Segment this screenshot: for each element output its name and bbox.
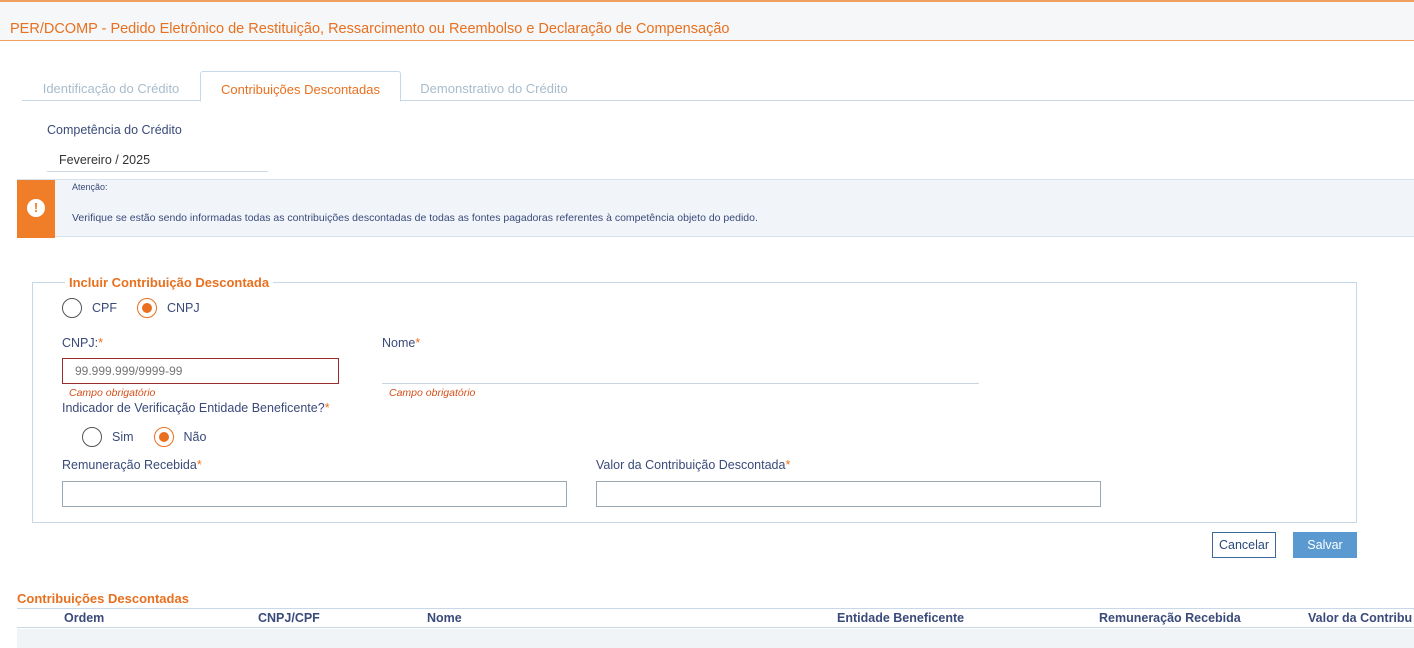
remuneracao-input[interactable] [62,481,567,507]
remuneracao-label: Remuneração Recebida* [62,458,202,472]
alert-icon-box: ! [17,180,55,238]
contributions-table-body [17,629,1414,648]
alert-text: Verifique se estão sendo informadas toda… [72,212,758,224]
radio-cnpj[interactable] [137,298,157,318]
cnpj-input[interactable] [62,358,339,384]
entidade-radio-group: Sim Não [82,427,226,447]
col-ordem[interactable]: Ordem [64,611,104,625]
tab-bar: Identificação do Crédito Contribuições D… [22,71,1414,102]
radio-cpf-label[interactable]: CPF [92,301,117,315]
form-legend: Incluir Contribuição Descontada [65,275,274,290]
contributions-table-title: Contribuições Descontadas [17,591,189,606]
radio-cnpj-label[interactable]: CNPJ [167,301,200,315]
alert-title: Atenção: [72,182,108,192]
nome-label: Nome* [382,336,421,350]
col-valor-contribuicao[interactable]: Valor da Contribu [1308,611,1412,625]
competencia-value: Fevereiro / 2025 [47,145,268,172]
col-cnpj-cpf[interactable]: CNPJ/CPF [258,611,320,625]
radio-sim[interactable] [82,427,102,447]
attention-alert: ! Atenção: Verifique se estão sendo info… [17,179,1414,238]
tab-demonstrativo-credito[interactable]: Demonstrativo do Crédito [406,71,582,101]
entidade-label: Indicador de Verificação Entidade Benefi… [62,401,330,415]
tab-contribuicoes-descontadas[interactable]: Contribuições Descontadas [200,71,401,102]
competencia-label: Competência do Crédito [47,123,182,137]
valor-label: Valor da Contribuição Descontada* [596,458,791,472]
cancel-button[interactable]: Cancelar [1212,532,1276,558]
nome-error: Campo obrigatório [389,387,476,399]
radio-cpf[interactable] [62,298,82,318]
page-title: PER/DCOMP - Pedido Eletrônico de Restitu… [10,21,730,37]
doc-type-radio-group: CPF CNPJ [62,298,220,318]
save-button[interactable]: Salvar [1293,532,1357,558]
nome-input[interactable] [382,358,979,384]
col-remuneracao-recebida[interactable]: Remuneração Recebida [1099,611,1241,625]
radio-nao[interactable] [153,427,174,447]
cnpj-label: CNPJ:* [62,336,103,350]
page-header: PER/DCOMP - Pedido Eletrônico de Restitu… [0,2,1414,41]
col-entidade-beneficente[interactable]: Entidade Beneficente [837,611,964,625]
col-nome[interactable]: Nome [427,611,462,625]
radio-sim-label[interactable]: Sim [112,430,134,444]
valor-input[interactable] [596,481,1101,507]
cnpj-error: Campo obrigatório [69,387,156,399]
radio-nao-label[interactable]: Não [184,430,207,444]
include-contribution-form: Incluir Contribuição Descontada CPF CNPJ… [32,275,1357,523]
tab-identificacao-credito[interactable]: Identificação do Crédito [22,71,200,101]
exclamation-icon: ! [27,199,45,217]
contributions-table-header: Ordem CNPJ/CPF Nome Entidade Beneficente… [17,608,1414,628]
